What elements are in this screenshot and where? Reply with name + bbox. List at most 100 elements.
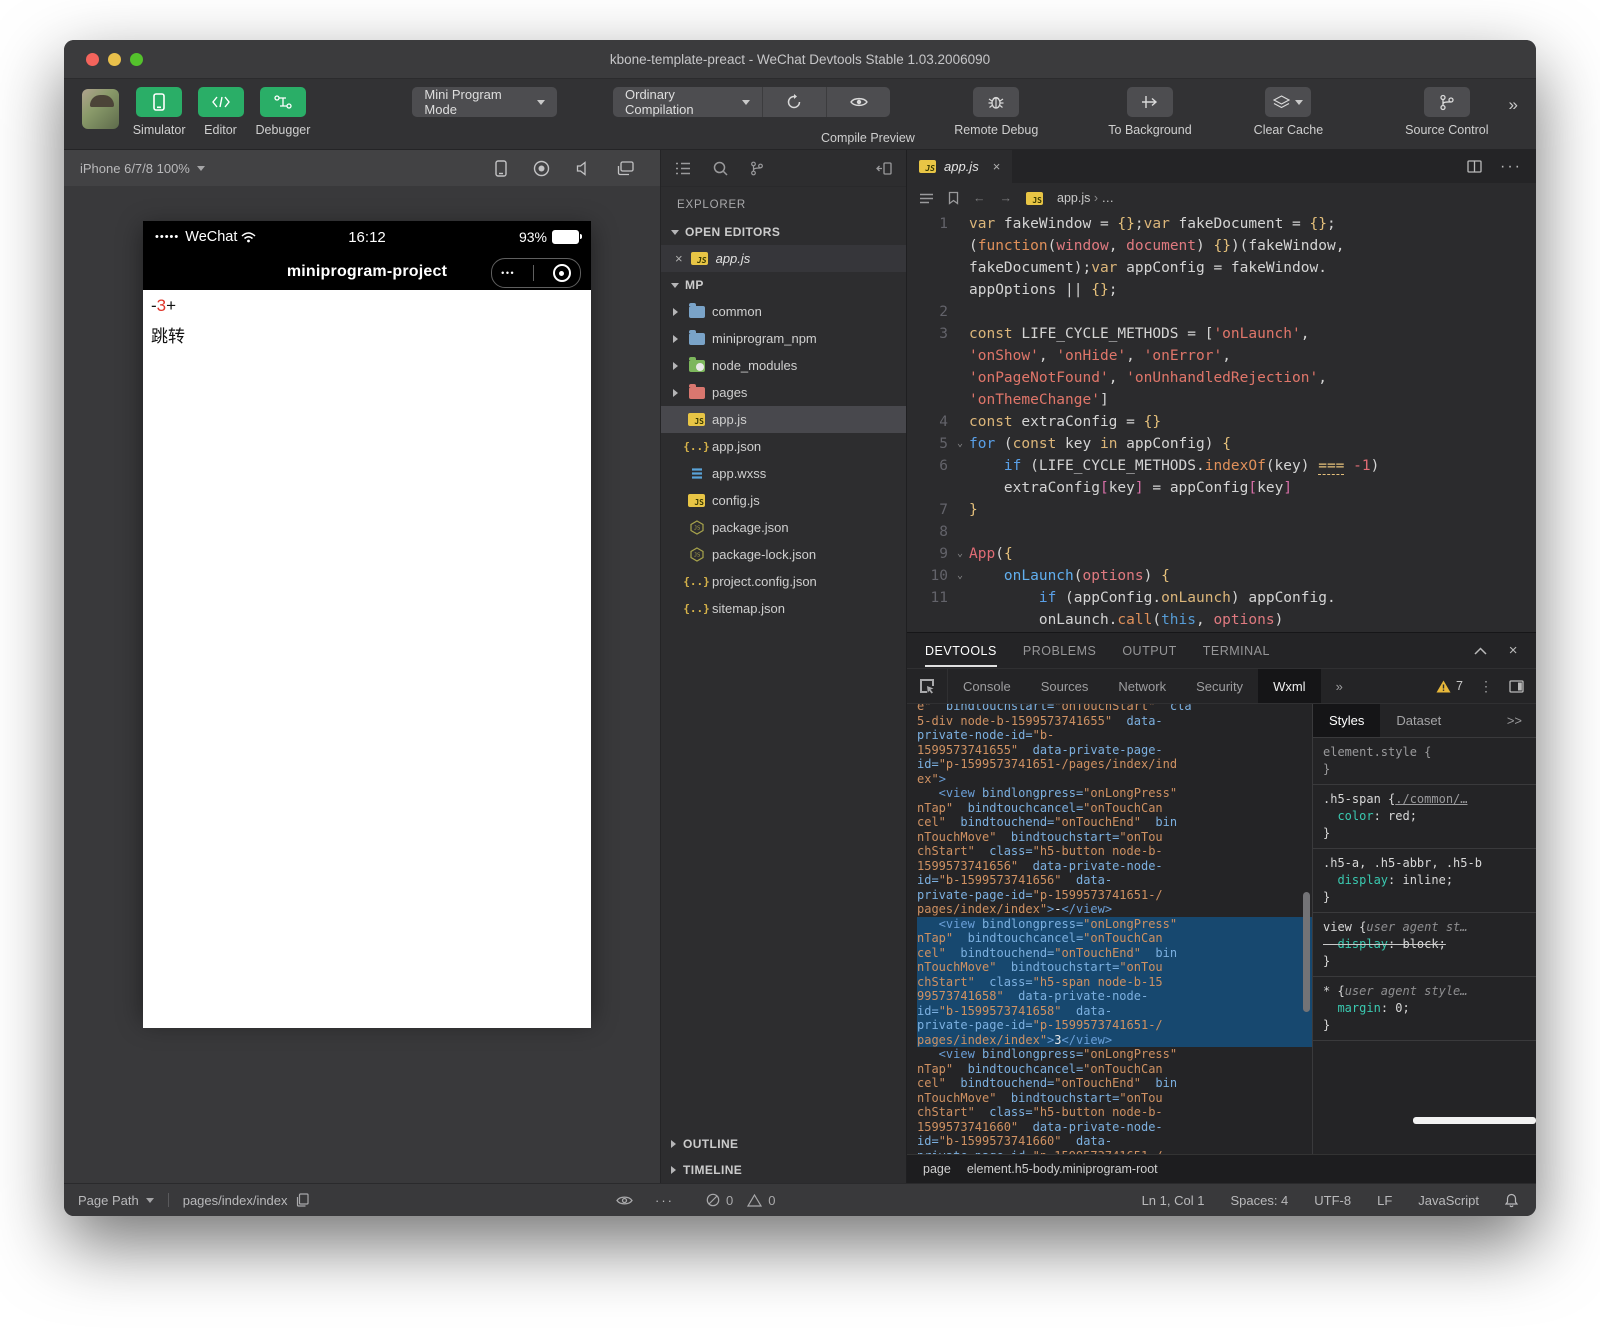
open-editor-item[interactable]: × JS app.js xyxy=(661,245,906,272)
devtools-tab-sources[interactable]: Sources xyxy=(1026,669,1104,703)
device-selector[interactable]: iPhone 6/7/8 100% xyxy=(80,161,205,176)
tree-item-pages[interactable]: pages xyxy=(661,379,906,406)
spaces-indicator[interactable]: Spaces: 4 xyxy=(1230,1193,1288,1208)
wxml-node[interactable]: e" bindtouchstart="onTouchStart" cla5-di… xyxy=(917,704,1312,786)
styles-rules[interactable]: element.style {}.h5-span {./common/… col… xyxy=(1313,738,1536,1154)
style-rule[interactable]: view {user agent st… display: block;} xyxy=(1313,913,1536,977)
panel-tab-problems[interactable]: PROBLEMS xyxy=(1023,644,1096,658)
copy-icon[interactable] xyxy=(296,1193,309,1207)
editor-toggle[interactable]: Editor xyxy=(198,87,244,137)
devtools-tab-console[interactable]: Console xyxy=(948,669,1026,703)
sim-more-icon[interactable]: ··· xyxy=(655,1193,674,1208)
tree-item-sitemap-json[interactable]: {..}sitemap.json xyxy=(661,595,906,622)
devtools-tab-wxml[interactable]: Wxml xyxy=(1258,669,1321,703)
open-editors-section[interactable]: OPEN EDITORS xyxy=(661,219,906,245)
files-icon[interactable] xyxy=(675,162,691,175)
close-panel-icon[interactable]: × xyxy=(1509,642,1518,659)
panel-tab-devtools[interactable]: DEVTOOLS xyxy=(925,644,997,667)
search-icon[interactable] xyxy=(713,161,728,176)
tree-item-package-lock-json[interactable]: JSpackage-lock.json xyxy=(661,541,906,568)
clear-cache-button[interactable]: Clear Cache xyxy=(1254,87,1323,137)
tree-item-project-config-json[interactable]: {..}project.config.json xyxy=(661,568,906,595)
tree-item-node-modules[interactable]: node_modules xyxy=(661,352,906,379)
git-branch-icon[interactable] xyxy=(750,161,764,176)
devtools-kebab-icon[interactable]: ⋮ xyxy=(1479,678,1493,695)
page-path-dropdown[interactable]: Page Path xyxy=(78,1193,154,1208)
more-menu-button[interactable]: ••• xyxy=(501,268,515,278)
close-window-button[interactable] xyxy=(86,53,99,66)
tree-item-miniprogram-npm[interactable]: miniprogram_npm xyxy=(661,325,906,352)
tree-item-config-js[interactable]: JSconfig.js xyxy=(661,487,906,514)
devtools-tab-network[interactable]: Network xyxy=(1103,669,1181,703)
line-col-indicator[interactable]: Ln 1, Col 1 xyxy=(1142,1193,1205,1208)
devtools-tabs-more[interactable]: » xyxy=(1321,669,1357,703)
close-icon[interactable]: × xyxy=(675,251,683,266)
back-icon[interactable]: ← xyxy=(973,191,986,205)
compile-button[interactable] xyxy=(762,87,826,117)
multi-window-icon[interactable] xyxy=(617,161,634,176)
wxml-tree[interactable]: e" bindtouchstart="onTouchStart" cla5-di… xyxy=(907,704,1312,1154)
error-count[interactable]: 0 xyxy=(726,1193,733,1208)
dock-side-icon[interactable] xyxy=(1509,680,1524,693)
inspect-element-icon[interactable] xyxy=(907,669,948,703)
style-rule[interactable]: .h5-a, .h5-abbr, .h5-b display: inline;} xyxy=(1313,849,1536,913)
collapse-panel-icon[interactable] xyxy=(1474,642,1487,659)
minimize-window-button[interactable] xyxy=(108,53,121,66)
zoom-window-button[interactable] xyxy=(130,53,143,66)
language-indicator[interactable]: JavaScript xyxy=(1418,1193,1479,1208)
plus-button[interactable]: + xyxy=(166,296,176,315)
device-frame-icon[interactable] xyxy=(495,160,507,177)
jump-link[interactable]: 跳转 xyxy=(151,322,583,347)
toolbar-more-button[interactable]: » xyxy=(1509,95,1516,115)
style-rule[interactable]: element.style {} xyxy=(1313,738,1536,785)
outline-section[interactable]: OUTLINE xyxy=(661,1131,906,1157)
crumb-page[interactable]: page xyxy=(923,1162,951,1176)
wxml-node-selected[interactable]: <view bindlongpress="onLongPress"nTap" b… xyxy=(917,917,1312,1048)
source-control-button[interactable]: Source Control xyxy=(1405,87,1488,137)
user-avatar[interactable] xyxy=(82,89,119,129)
crumb-element[interactable]: element.h5-body.miniprogram-root xyxy=(967,1162,1158,1176)
close-tab-icon[interactable]: × xyxy=(993,159,1001,174)
remote-debug-button[interactable]: Remote Debug xyxy=(954,87,1038,137)
warning-count[interactable]: 0 xyxy=(768,1193,775,1208)
wxml-scrollbar[interactable] xyxy=(1303,892,1310,1012)
styles-tabs-more[interactable]: >> xyxy=(1507,704,1536,737)
close-miniprogram-button[interactable] xyxy=(553,264,571,282)
timeline-section[interactable]: TIMELINE xyxy=(661,1157,906,1183)
eol-indicator[interactable]: LF xyxy=(1377,1193,1392,1208)
tree-item-package-json[interactable]: JSpackage.json xyxy=(661,514,906,541)
simulator-toggle[interactable]: Simulator xyxy=(133,87,186,137)
split-editor-icon[interactable] xyxy=(1467,160,1482,173)
tab-app-js[interactable]: JS app.js × xyxy=(907,150,1012,183)
code-area[interactable]: 1var fakeWindow = {};var fakeDocument = … xyxy=(907,213,1536,632)
forward-icon[interactable]: → xyxy=(1000,191,1013,205)
compilation-dropdown[interactable]: Ordinary Compilation xyxy=(613,87,762,117)
to-background-button[interactable]: To Background xyxy=(1108,87,1191,137)
tree-item-app-wxss[interactable]: app.wxss xyxy=(661,460,906,487)
wxml-node[interactable]: <view bindlongpress="onLongPress"nTap" b… xyxy=(917,1047,1312,1154)
bookmark-icon[interactable] xyxy=(948,191,959,205)
styles-hscrollbar[interactable] xyxy=(1413,1117,1536,1124)
warning-badge[interactable]: 7 xyxy=(1436,679,1463,693)
eye-icon[interactable] xyxy=(616,1195,633,1206)
encoding-indicator[interactable]: UTF-8 xyxy=(1314,1193,1351,1208)
list-icon[interactable] xyxy=(919,193,934,204)
project-section[interactable]: MP xyxy=(661,272,906,298)
styles-tab-styles[interactable]: Styles xyxy=(1313,704,1380,737)
mute-icon[interactable] xyxy=(576,161,591,176)
record-icon[interactable] xyxy=(533,160,550,177)
wxml-node[interactable]: <view bindlongpress="onLongPress"nTap" b… xyxy=(917,786,1312,917)
preview-button[interactable] xyxy=(826,87,890,117)
style-rule[interactable]: * {user agent style… margin: 0;} xyxy=(1313,977,1536,1041)
panel-tab-output[interactable]: OUTPUT xyxy=(1122,644,1176,658)
style-rule[interactable]: .h5-span {./common/… color: red;} xyxy=(1313,785,1536,849)
editor-more-icon[interactable]: ··· xyxy=(1500,158,1522,176)
tree-item-common[interactable]: common xyxy=(661,298,906,325)
mode-dropdown[interactable]: Mini Program Mode xyxy=(412,87,557,117)
styles-tab-dataset[interactable]: Dataset xyxy=(1380,704,1457,737)
debugger-toggle[interactable]: Debugger xyxy=(256,87,311,137)
devtools-tab-security[interactable]: Security xyxy=(1181,669,1258,703)
collapse-sidebar-icon[interactable] xyxy=(876,162,892,175)
tree-item-app-json[interactable]: {..}app.json xyxy=(661,433,906,460)
panel-tab-terminal[interactable]: TERMINAL xyxy=(1203,644,1270,658)
